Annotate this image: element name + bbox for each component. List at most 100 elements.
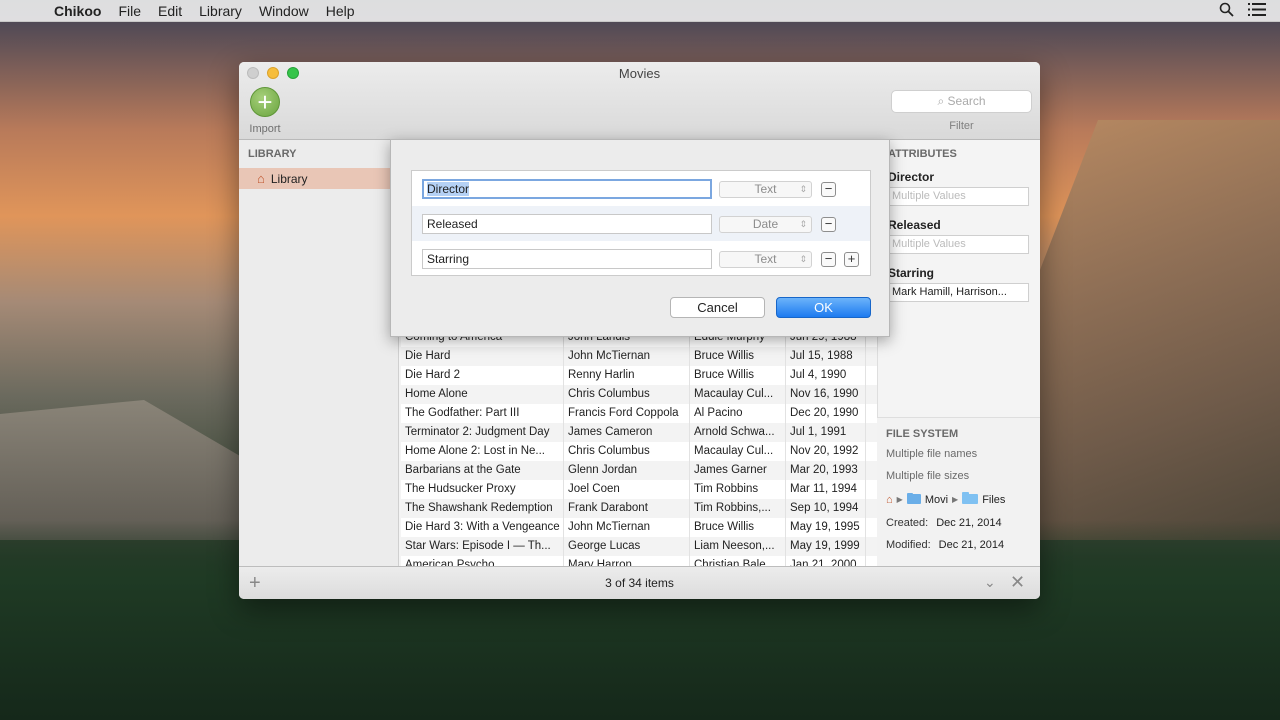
cell-title: The Godfather: Part III [401,404,564,423]
path-segment: Movi [924,493,949,506]
attr-field-director[interactable]: Multiple Values [888,187,1029,206]
cell-director: George Lucas [564,537,690,556]
cell-released: Jul 1, 1991 [786,423,866,442]
cell-title: Barbarians at the Gate [401,461,564,480]
import-label: Import [249,123,281,135]
cell-director: Chris Columbus [564,385,690,404]
table-row[interactable]: Die Hard 2 Renny Harlin Bruce Willis Jul 4,… [401,366,877,385]
attribute-type-select[interactable]: Text ⇕ [719,251,812,268]
table-row[interactable]: The Godfather: Part III Francis Ford Copp… [401,404,877,423]
attribute-type-select[interactable]: Text ⇕ [719,181,812,198]
table-row[interactable]: Star Wars: Episode I — Th... George Lucas… [401,537,877,556]
attribute-name-text: Starring [427,252,470,266]
home-icon: ⌂ [886,493,893,506]
table-row[interactable]: Home Alone Chris Columbus Macaulay Cul... N… [401,385,877,404]
cell-director: Glenn Jordan [564,461,690,480]
attribute-name-field[interactable]: Released [422,214,712,234]
cell-title: The Shawshank Redemption [401,499,564,518]
cell-starring: Macaulay Cul... [690,442,786,461]
cell-title: Terminator 2: Judgment Day [401,423,564,442]
attr-field-released[interactable]: Multiple Values [888,235,1029,254]
cell-title: Die Hard 3: With a Vengeance [401,518,564,537]
attribute-type-select[interactable]: Date ⇕ [719,216,812,233]
menu-help[interactable]: Help [326,3,355,19]
table-row[interactable]: Die Hard 3: With a Vengeance John McTiern… [401,518,877,537]
table-row[interactable]: American Psycho Mary Harron Christian Bale… [401,556,877,566]
menu-app[interactable]: Chikoo [54,3,101,19]
sidebar-item-library[interactable]: ⌂ Library [239,168,398,189]
file-sizes: Multiple file sizes [886,470,970,482]
created-row: Created: Dec 21, 2014 [877,513,1040,535]
cell-title: Home Alone [401,385,564,404]
path-separator-icon: ▶ [952,495,959,504]
spotlight-search-icon[interactable] [1219,2,1234,20]
search-field[interactable]: ⌕ Search [891,90,1032,113]
attribute-row: Director Text ⇕ − [412,171,870,206]
menu-window[interactable]: Window [259,3,309,19]
desktop-cliff [1020,120,1280,540]
attr-label-director: Director [888,170,935,184]
movies-table: Coming to America John Landis Eddie Murphy… [401,328,877,566]
cell-starring: Bruce Willis [690,366,786,385]
cell-starring: Liam Neeson,... [690,537,786,556]
window-toolbar: Movies + Import ⌕ Search Filter [239,62,1040,140]
ok-button[interactable]: OK [776,297,871,318]
remove-attribute-button[interactable]: − [821,182,836,197]
cell-director: John McTiernan [564,347,690,366]
table-row[interactable]: Terminator 2: Judgment Day James Cameron A… [401,423,877,442]
cell-starring: Bruce Willis [690,347,786,366]
edit-attributes-sheet: Director Text ⇕ − Released Date ⇕ − Starri… [390,139,890,337]
cell-director: James Cameron [564,423,690,442]
cell-released: Jul 4, 1990 [786,366,866,385]
cell-title: Star Wars: Episode I — Th... [401,537,564,556]
chevron-down-icon[interactable]: ⌄ [984,574,996,591]
cell-director: Francis Ford Coppola [564,404,690,423]
attr-label-starring: Starring [888,266,935,280]
file-names: Multiple file names [886,448,978,460]
cell-starring: Al Pacino [690,404,786,423]
cell-starring: James Garner [690,461,786,480]
item-count: 3 of 34 items [605,576,674,590]
cell-director: Frank Darabont [564,499,690,518]
cell-director: Chris Columbus [564,442,690,461]
remove-attribute-button[interactable]: − [821,217,836,232]
attribute-name-field[interactable]: Starring [422,249,712,269]
menu-library[interactable]: Library [199,3,242,19]
notification-center-icon[interactable] [1248,2,1266,19]
attributes-header: ATTRIBUTES [888,148,957,160]
cell-title: The Hudsucker Proxy [401,480,564,499]
folder-icon [906,492,921,507]
attr-field-starring[interactable]: Mark Hamill, Harrison... [888,283,1029,302]
cell-director: Mary Harron [564,556,690,566]
cell-released: Sep 10, 1994 [786,499,866,518]
stepper-icon: ⇕ [799,254,807,264]
table-row[interactable]: Home Alone 2: Lost in Ne... Chris Columbu… [401,442,877,461]
table-row[interactable]: Barbarians at the Gate Glenn Jordan James … [401,461,877,480]
menubar: Chikoo File Edit Library Window Help [0,0,1280,22]
path-segment: Files [982,493,1006,506]
cell-released: Nov 20, 1992 [786,442,866,461]
menubar-right [1219,2,1266,20]
menu-file[interactable]: File [118,3,141,19]
path-control[interactable]: ⌂ ▶ Movi ▶ Files [877,488,1040,513]
window-title: Movies [618,66,661,81]
import-button[interactable]: + Import [247,87,283,135]
attribute-name-field[interactable]: Director [422,179,712,199]
cell-starring: Arnold Schwa... [690,423,786,442]
modified-row: Modified: Dec 21, 2014 [877,535,1040,557]
menu-edit[interactable]: Edit [158,3,182,19]
modified-value: Dec 21, 2014 [938,539,1005,551]
stepper-icon: ⇕ [799,219,807,229]
cell-released: Mar 11, 1994 [786,480,866,499]
table-row[interactable]: The Shawshank Redemption Frank Darabont Ti… [401,499,877,518]
add-attribute-button[interactable]: + [844,252,859,267]
attribute-row: Starring Text ⇕ − + [412,241,870,276]
table-row[interactable]: The Hudsucker Proxy Joel Coen Tim Robbins M… [401,480,877,499]
remove-attribute-button[interactable]: − [821,252,836,267]
bottom-bar: + 3 of 34 items ⌄ ✕ [239,566,1040,599]
cancel-button[interactable]: Cancel [670,297,765,318]
tools-icon[interactable]: ✕ [1010,572,1025,593]
cell-starring: Bruce Willis [690,518,786,537]
cell-director: Renny Harlin [564,366,690,385]
table-row[interactable]: Die Hard John McTiernan Bruce Willis Jul 15… [401,347,877,366]
